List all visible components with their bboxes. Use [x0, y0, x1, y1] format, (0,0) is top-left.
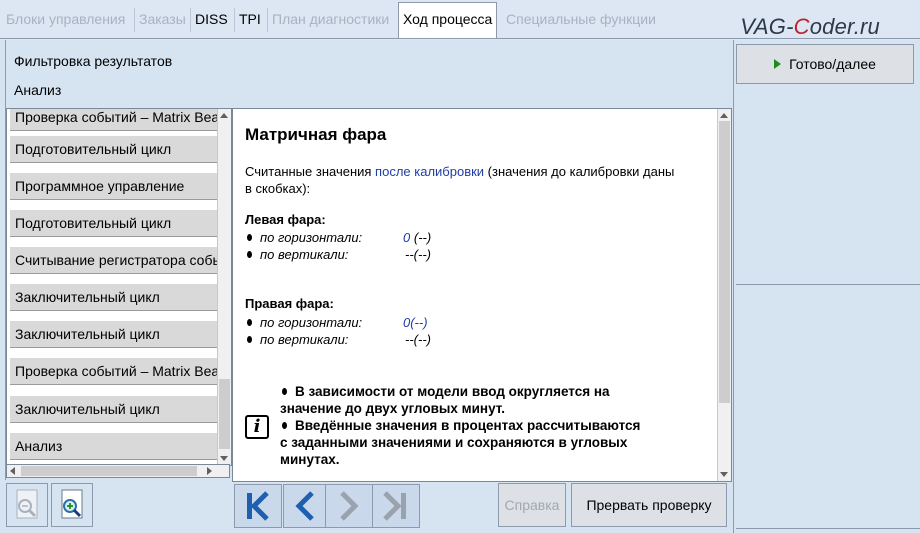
tab-special-functions[interactable]: Специальные функции — [502, 3, 660, 35]
zoom-in-button[interactable] — [51, 483, 93, 527]
left-h-value-row: 0 (--) — [403, 230, 431, 245]
right-panel-divider — [733, 40, 734, 533]
tab-control-units[interactable]: Блоки управления — [2, 3, 129, 35]
left-h-prev: (--) — [413, 230, 432, 245]
done-next-label: Готово/далее — [789, 56, 876, 72]
scroll-down-icon[interactable] — [720, 472, 728, 477]
left-v-value: --(--) — [405, 247, 431, 262]
list-item[interactable]: Анализ — [10, 432, 218, 460]
zoom-out-icon — [16, 489, 38, 519]
intro-part: (значения до калибровки даны — [484, 164, 675, 179]
right-v-row: по вертикали: — [247, 332, 348, 347]
scroll-up-icon[interactable] — [720, 113, 728, 118]
zoom-in-icon — [61, 489, 83, 519]
previous-icon — [295, 491, 314, 521]
skip-to-first-icon — [247, 491, 269, 521]
filter-results-label[interactable]: Фильтровка результатов — [14, 53, 172, 69]
left-headlight-heading: Левая фара: — [245, 212, 326, 227]
scroll-down-icon[interactable] — [220, 456, 228, 461]
done-next-button[interactable]: Готово/далее — [736, 44, 914, 84]
list-horizontal-scrollbar[interactable] — [6, 464, 230, 478]
note-line: минутах. — [280, 452, 340, 467]
list-item[interactable]: Заключительный цикл — [10, 395, 218, 423]
right-v-value: --(--) — [405, 332, 431, 347]
content-vertical-scrollbar[interactable] — [717, 109, 731, 481]
next-icon — [340, 491, 359, 521]
step-list: Проверка событий – Matrix Beam Подготови… — [6, 108, 232, 466]
previous-step-button[interactable] — [283, 484, 331, 528]
right-h-label: по горизонтали: — [260, 315, 363, 330]
bullet-icon — [247, 234, 252, 241]
right-headlight-heading: Правая фара: — [245, 296, 334, 311]
list-item[interactable]: Подготовительный цикл — [10, 209, 218, 237]
list-item[interactable]: Считывание регистратора событий — [10, 246, 218, 274]
next-step-button[interactable] — [325, 484, 373, 528]
left-h-label: по горизонтали: — [260, 230, 363, 245]
h-scroll-thumb[interactable] — [21, 466, 197, 476]
scroll-left-icon[interactable] — [10, 467, 15, 475]
tab-process[interactable]: Ход процесса — [398, 2, 498, 38]
left-v-label: по вертикали: — [260, 247, 349, 262]
right-h-row: по горизонтали: — [247, 315, 362, 330]
last-step-button[interactable] — [372, 484, 420, 528]
left-h-value: 0 — [403, 230, 411, 245]
intro-text: Считанные значения после калибровки (зна… — [245, 163, 715, 197]
list-item[interactable]: Проверка событий – Matrix Beam — [10, 357, 218, 385]
list-vertical-scrollbar[interactable] — [217, 109, 231, 465]
after-calibration-link[interactable]: после калибровки — [375, 164, 484, 179]
right-panel-bottom — [736, 528, 920, 529]
info-icon: i — [245, 415, 269, 439]
play-icon — [774, 59, 782, 69]
bullet-icon — [282, 422, 287, 429]
tab-diagnostic-plan[interactable]: План диагностики — [268, 3, 393, 35]
scroll-right-icon[interactable] — [207, 467, 212, 475]
bullet-icon — [247, 336, 252, 343]
note-line: Введённые значения в процентах рассчитыв… — [295, 418, 641, 433]
abort-test-button[interactable]: Прервать проверку — [571, 483, 727, 527]
first-step-button[interactable] — [234, 484, 282, 528]
intro-part: Считанные значения — [245, 164, 376, 179]
bullet-icon — [247, 251, 252, 258]
scroll-up-icon[interactable] — [220, 113, 228, 118]
scroll-thumb[interactable] — [719, 121, 730, 403]
list-item[interactable]: Программное управление — [10, 172, 218, 200]
bullet-icon — [247, 319, 252, 326]
analysis-label: Анализ — [14, 82, 62, 98]
bullet-icon — [282, 388, 287, 395]
tab-tpi[interactable]: TPI — [235, 3, 265, 35]
right-h-value: 0(--) — [403, 315, 428, 330]
list-item[interactable]: Заключительный цикл — [10, 320, 218, 348]
content-title: Матричная фара — [245, 125, 387, 144]
intro-line: в скобках): — [245, 181, 311, 196]
right-v-label: по вертикали: — [260, 332, 349, 347]
right-panel-separator — [736, 284, 920, 285]
note-line: с заданными значениями и сохраняются в у… — [280, 435, 628, 450]
list-item[interactable]: Заключительный цикл — [10, 283, 218, 311]
scroll-thumb[interactable] — [219, 379, 230, 449]
left-v-row: по вертикали: — [247, 247, 348, 262]
site-logo: VAG-Coder.ru — [740, 14, 880, 39]
skip-to-last-icon — [383, 491, 406, 521]
content-pane: Матричная фара Считанные значения после … — [232, 108, 732, 482]
note-line: В зависимости от модели ввод округляется… — [295, 384, 610, 399]
help-button[interactable]: Справка — [498, 483, 566, 527]
tab-bar-border — [0, 38, 920, 39]
list-item[interactable]: Подготовительный цикл — [10, 135, 218, 163]
left-h-row: по горизонтали: — [247, 230, 362, 245]
note-block: В зависимости от модели ввод округляется… — [280, 383, 640, 468]
tab-orders[interactable]: Заказы — [135, 3, 190, 35]
zoom-out-button[interactable] — [6, 483, 48, 527]
note-line: значение до двух угловых минут. — [280, 401, 505, 416]
tab-diss[interactable]: DISS — [191, 3, 232, 35]
list-item[interactable]: Проверка событий – Matrix Beam — [10, 109, 218, 131]
